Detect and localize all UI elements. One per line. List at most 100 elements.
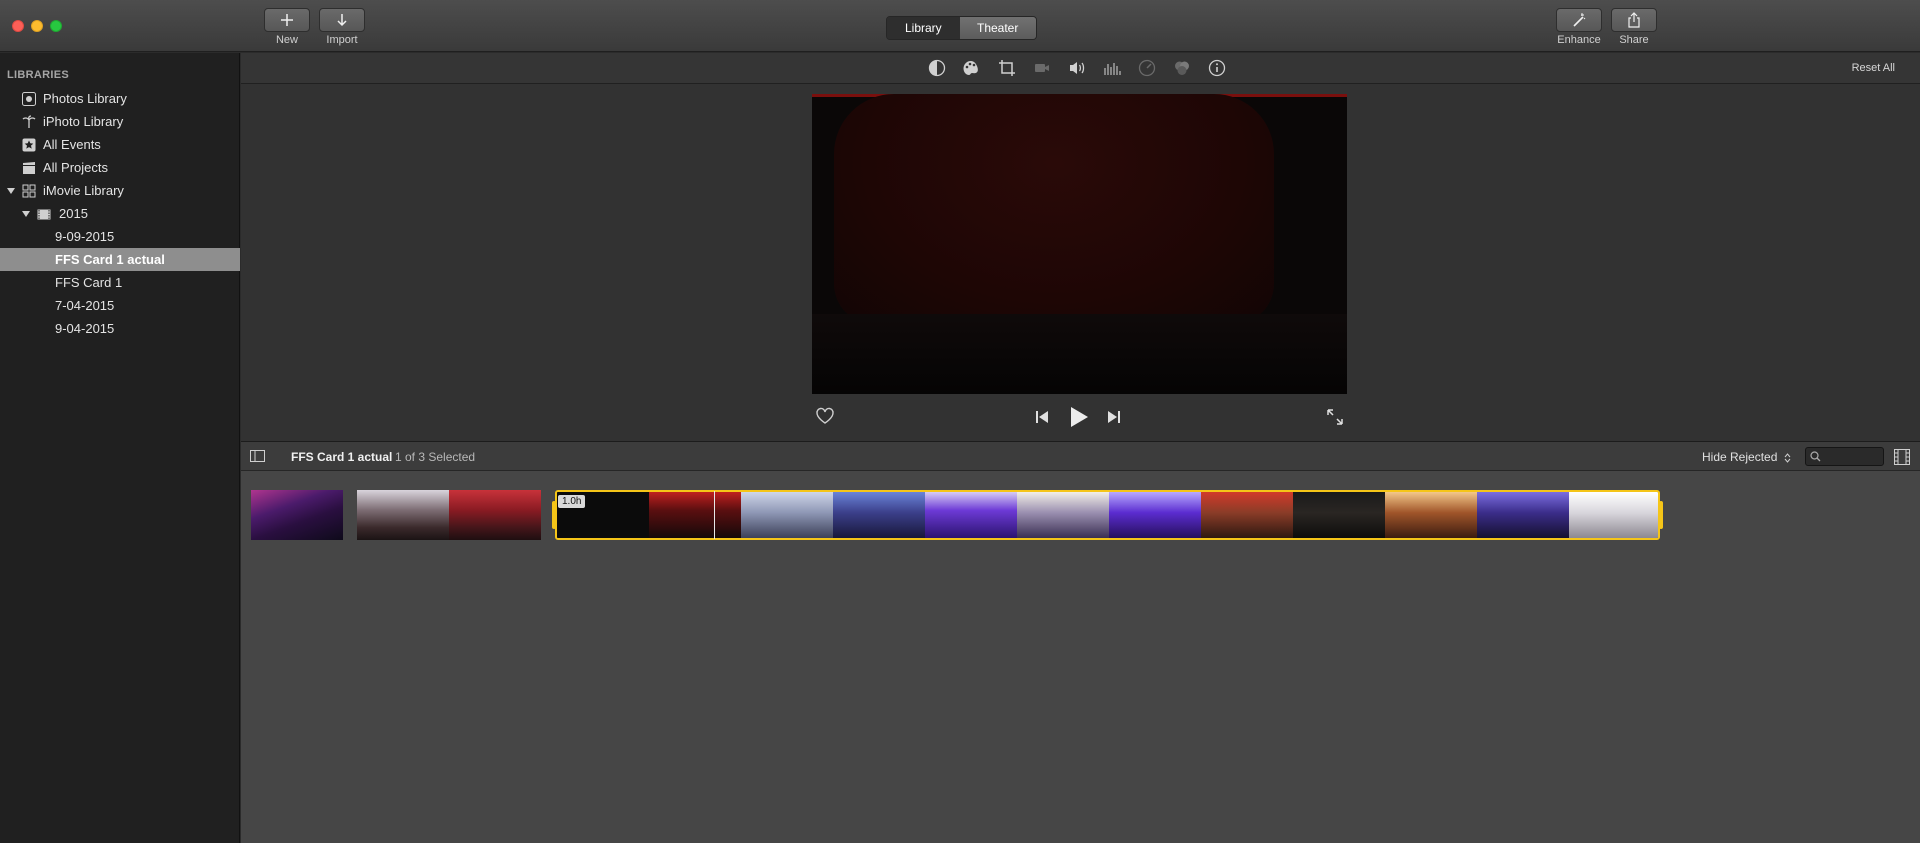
favorite-button[interactable] bbox=[815, 407, 835, 425]
play-button[interactable] bbox=[1069, 406, 1089, 428]
enhance-button[interactable]: Enhance bbox=[1556, 8, 1602, 46]
video-preview[interactable] bbox=[812, 94, 1347, 394]
sidebar-item-event-selected[interactable]: FFS Card 1 actual bbox=[0, 248, 240, 271]
sidebar-toggle-icon[interactable] bbox=[250, 450, 265, 462]
filter-label: Hide Rejected bbox=[1702, 450, 1778, 464]
skip-back-icon bbox=[1036, 411, 1048, 423]
minimize-window-button[interactable] bbox=[31, 20, 43, 32]
sidebar-item-label: 9-09-2015 bbox=[55, 229, 115, 244]
clip-trim-handle-left[interactable] bbox=[552, 501, 556, 529]
event-title: FFS Card 1 actual bbox=[291, 450, 393, 464]
sidebar-item-all-events[interactable]: All Events bbox=[0, 133, 240, 156]
stage-floor bbox=[812, 314, 1347, 394]
stage-backdrop bbox=[834, 94, 1274, 324]
chevron-updown-icon bbox=[1784, 453, 1791, 463]
clip-frame bbox=[357, 490, 449, 540]
sidebar-item-label: 2015 bbox=[59, 206, 88, 221]
libraries-sidebar: LIBRARIES Photos Library iPhoto Library … bbox=[0, 53, 240, 843]
sidebar-item-label: iMovie Library bbox=[43, 183, 124, 198]
clip-frame bbox=[833, 492, 925, 538]
sidebar-item-photos-library[interactable]: Photos Library bbox=[0, 87, 240, 110]
import-label: Import bbox=[326, 34, 358, 46]
skip-back-button[interactable] bbox=[1035, 410, 1049, 424]
plus-icon bbox=[281, 14, 293, 26]
tab-library[interactable]: Library bbox=[887, 17, 960, 39]
disclosure-triangle-icon[interactable] bbox=[7, 188, 15, 194]
clip-filter-icon[interactable] bbox=[1173, 59, 1191, 77]
photos-icon bbox=[22, 92, 36, 106]
hide-rejected-dropdown[interactable]: Hide Rejected bbox=[1702, 450, 1791, 464]
grid-icon bbox=[22, 184, 36, 198]
close-window-button[interactable] bbox=[12, 20, 24, 32]
clip-frame bbox=[925, 492, 1017, 538]
star-icon bbox=[22, 138, 36, 152]
enhance-label: Enhance bbox=[1557, 34, 1601, 46]
sidebar-item-label: 9-04-2015 bbox=[55, 321, 115, 336]
sidebar-item-label: FFS Card 1 actual bbox=[55, 252, 165, 267]
disclosure-triangle-icon[interactable] bbox=[22, 211, 30, 217]
share-button[interactable]: Share bbox=[1611, 8, 1657, 46]
info-icon[interactable] bbox=[1208, 59, 1226, 77]
sidebar-item-label: 7-04-2015 bbox=[55, 298, 115, 313]
play-icon bbox=[1071, 407, 1088, 427]
reset-all-button[interactable]: Reset All bbox=[1852, 62, 1895, 74]
clip-frame bbox=[449, 490, 541, 540]
selection-count: 1 of 3 Selected bbox=[395, 450, 476, 464]
clip-thumbnail[interactable] bbox=[357, 490, 541, 540]
clip-frame bbox=[1385, 492, 1477, 538]
sidebar-item-imovie-library[interactable]: iMovie Library bbox=[0, 179, 240, 202]
color-correction-icon[interactable] bbox=[962, 59, 980, 77]
sidebar-heading: LIBRARIES bbox=[7, 69, 69, 81]
new-button[interactable]: New bbox=[264, 8, 310, 46]
sidebar-item-event[interactable]: 7-04-2015 bbox=[0, 294, 240, 317]
sidebar-item-label: FFS Card 1 bbox=[55, 275, 123, 290]
clip-frame bbox=[741, 492, 833, 538]
heart-icon bbox=[816, 407, 834, 424]
browser-header: FFS Card 1 actual 1 of 3 Selected Hide R… bbox=[241, 441, 1920, 471]
clip-trim-handle-right[interactable] bbox=[1659, 501, 1663, 529]
sidebar-item-event[interactable]: 9-09-2015 bbox=[0, 225, 240, 248]
crop-icon[interactable] bbox=[998, 59, 1016, 77]
import-button[interactable]: Import bbox=[319, 8, 365, 46]
expand-icon bbox=[1327, 409, 1343, 425]
speed-icon[interactable] bbox=[1138, 59, 1156, 77]
filmstrip-settings-icon[interactable] bbox=[1894, 449, 1910, 465]
magic-wand-icon bbox=[1573, 13, 1586, 27]
palm-tree-icon bbox=[22, 115, 36, 128]
tab-theater[interactable]: Theater bbox=[959, 17, 1036, 39]
clip-frame bbox=[649, 492, 741, 538]
skimmer-playhead bbox=[714, 491, 715, 539]
share-icon bbox=[1628, 12, 1640, 28]
sidebar-item-iphoto-library[interactable]: iPhoto Library bbox=[0, 110, 240, 133]
sidebar-item-event[interactable]: FFS Card 1 bbox=[0, 271, 240, 294]
clip-frame bbox=[1201, 492, 1293, 538]
sidebar-item-label: iPhoto Library bbox=[43, 114, 124, 129]
adjustments-bar: Reset All bbox=[241, 53, 1920, 84]
volume-icon[interactable] bbox=[1068, 59, 1086, 77]
zoom-window-button[interactable] bbox=[50, 20, 62, 32]
share-label: Share bbox=[1619, 34, 1649, 46]
view-switcher: Library Theater bbox=[886, 16, 1037, 40]
film-folder-icon bbox=[37, 209, 51, 220]
clip-duration-badge: 1.0h bbox=[558, 495, 586, 508]
clip-thumbnail[interactable] bbox=[251, 490, 343, 540]
selected-clip[interactable] bbox=[555, 490, 1660, 540]
search-field[interactable] bbox=[1805, 447, 1884, 466]
clip-frame bbox=[1017, 492, 1109, 538]
sidebar-item-label: All Events bbox=[43, 137, 101, 152]
color-balance-icon[interactable] bbox=[928, 59, 946, 77]
clip-frame bbox=[1569, 492, 1658, 538]
clip-frame bbox=[251, 490, 343, 540]
sidebar-item-event[interactable]: 9-04-2015 bbox=[0, 317, 240, 340]
sidebar-item-all-projects[interactable]: All Projects bbox=[0, 156, 240, 179]
skip-forward-button[interactable] bbox=[1107, 410, 1121, 424]
sidebar-item-label: All Projects bbox=[43, 160, 109, 175]
fullscreen-button[interactable] bbox=[1326, 408, 1344, 426]
clapper-icon bbox=[23, 162, 35, 174]
new-label: New bbox=[275, 34, 298, 46]
noise-reduction-icon[interactable] bbox=[1103, 59, 1121, 77]
stabilization-icon[interactable] bbox=[1033, 59, 1051, 77]
sidebar-item-2015[interactable]: 2015 bbox=[0, 202, 240, 225]
skip-forward-icon bbox=[1108, 411, 1120, 423]
window-toolbar: New Import Library Theater Enhance Share bbox=[0, 0, 1920, 52]
